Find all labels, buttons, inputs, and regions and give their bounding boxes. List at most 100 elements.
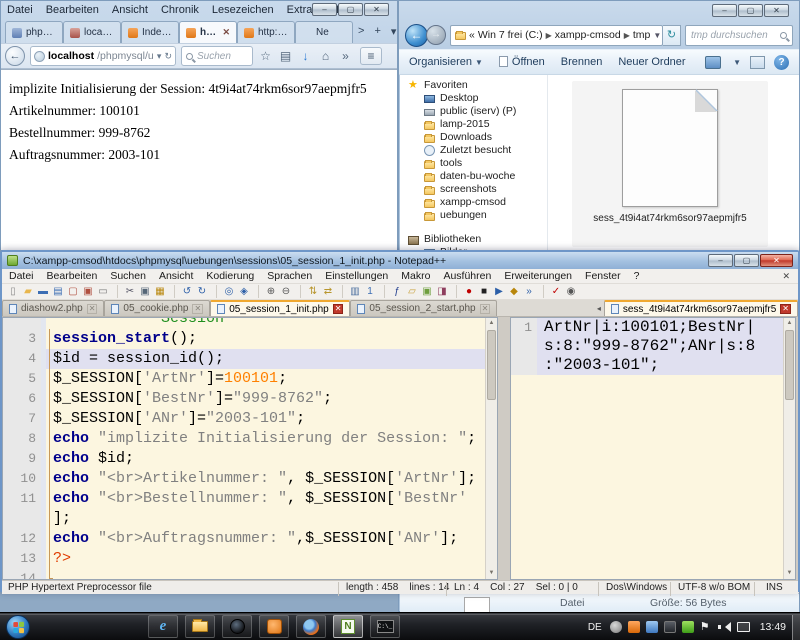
menu-item-datei[interactable]: Datei xyxy=(7,4,33,16)
menu-item-fenster[interactable]: Fenster xyxy=(585,270,621,282)
close-tab-icon[interactable]: ✕ xyxy=(333,304,344,314)
undo-icon[interactable]: ↺ xyxy=(174,285,194,298)
close-tab-icon[interactable]: ✕ xyxy=(87,304,98,314)
editor-pane-left[interactable]: Session3session_start();4$id = session_i… xyxy=(2,317,498,580)
run-multi-icon[interactable]: » xyxy=(522,285,536,298)
taskbar-app-windows-explorer-icon[interactable] xyxy=(185,615,215,638)
redo-icon[interactable]: ↻ xyxy=(195,285,209,298)
copy-icon[interactable]: ▣ xyxy=(138,285,152,298)
close-tab-icon[interactable]: ✕ xyxy=(222,27,230,38)
menu-hamburger-icon[interactable]: ≡ xyxy=(360,47,382,65)
address-bar[interactable]: «Win 7 frei (C:)▶xampp-cmsod▶tmp▼ xyxy=(450,25,663,46)
sidebar-item-zuletzt-besucht[interactable]: Zuletzt besucht xyxy=(400,144,547,157)
open-file-icon[interactable]: ▰ xyxy=(21,285,35,298)
menu-item-hilfe[interactable]: ? xyxy=(634,270,640,282)
back-icon[interactable]: ← xyxy=(405,24,428,47)
sidebar-item-daten-bu-woche[interactable]: daten-bu-woche xyxy=(400,170,547,183)
breadcrumb-item[interactable]: tmp xyxy=(633,29,651,41)
file-item[interactable]: sess_4t9i4at74rkm6sor97aepmjfr5 xyxy=(572,81,768,247)
sidebar-item-screenshots[interactable]: screenshots xyxy=(400,183,547,196)
sidebar-item-tools[interactable]: tools xyxy=(400,157,547,170)
taskbar-app-command-prompt-icon[interactable]: C:\_ xyxy=(370,615,400,638)
browser-tab[interactable]: Index of /... xyxy=(121,21,179,43)
sidebar-item-downloads[interactable]: Downloads xyxy=(400,131,547,144)
chevron-down-icon[interactable]: ▼ xyxy=(733,58,741,67)
maximize-icon[interactable]: ▢ xyxy=(738,4,763,17)
scroll-thumb[interactable] xyxy=(487,330,496,400)
scroll-down-icon[interactable]: ▼ xyxy=(784,568,795,579)
show-desktop-button[interactable] xyxy=(792,615,800,640)
url-dropdown-icon[interactable]: ▾ xyxy=(157,51,162,62)
start-button[interactable] xyxy=(6,615,30,639)
taskbar-app-notepad-plus-plus-icon[interactable]: N xyxy=(333,615,363,638)
close-icon[interactable]: ✕ xyxy=(364,3,389,16)
tray-app-icon[interactable] xyxy=(610,621,622,633)
browser-tab[interactable]: phpmysq... xyxy=(5,21,63,43)
close-tab-icon[interactable]: ✕ xyxy=(192,304,203,314)
close-icon[interactable]: ▢ xyxy=(66,285,80,298)
replace-icon[interactable]: ◈ xyxy=(237,285,251,298)
doc-map-icon[interactable]: ▥ xyxy=(342,285,362,298)
menu-item-sprachen[interactable]: Sprachen xyxy=(267,270,312,282)
record-macro-icon[interactable]: ● xyxy=(456,285,476,298)
function-list-icon[interactable]: ƒ xyxy=(384,285,404,298)
editor-tab[interactable]: 05_session_1_init.php✕ xyxy=(210,300,350,316)
xampp-tray-icon[interactable] xyxy=(628,621,640,633)
open-button[interactable]: Öffnen xyxy=(499,56,545,68)
editor-tab[interactable]: diashow2.php✕ xyxy=(2,300,104,316)
forward-icon[interactable]: → xyxy=(426,25,446,45)
browser-tab[interactable]: Ne xyxy=(295,21,353,43)
bookmark-star-icon[interactable]: ☆ xyxy=(258,49,273,63)
explorer-search-input[interactable]: tmp durchsuchen xyxy=(685,25,793,46)
menu-item-einstellungen[interactable]: Einstellungen xyxy=(325,270,388,282)
print-icon[interactable]: ▭ xyxy=(96,285,110,298)
maximize-icon[interactable]: ▢ xyxy=(734,254,759,267)
sidebar-item-xampp-cmsod[interactable]: xampp-cmsod xyxy=(400,196,547,209)
zoom-out-icon[interactable]: ⊖ xyxy=(279,285,293,298)
view-eye-icon[interactable]: ◉ xyxy=(564,285,578,298)
language-indicator[interactable]: DE xyxy=(588,622,604,633)
refresh-icon[interactable]: ↻ xyxy=(663,25,681,46)
close-icon[interactable]: ✕ xyxy=(760,254,793,267)
burn-button[interactable]: Brennen xyxy=(561,56,603,68)
sync-h-scroll-icon[interactable]: ⇄ xyxy=(321,285,335,298)
close-icon[interactable]: ✕ xyxy=(764,4,789,17)
downloads-icon[interactable]: ↓ xyxy=(298,49,313,63)
taskbar-app-firefox-icon[interactable] xyxy=(296,615,326,638)
scrollbar-right[interactable]: ▲ ▼ xyxy=(783,318,795,579)
breadcrumb-item[interactable]: Win 7 frei (C:) xyxy=(478,29,543,41)
volume-icon[interactable] xyxy=(718,621,731,633)
sidebar-item-lamp-2015[interactable]: lamp-2015 xyxy=(400,118,547,131)
play-macro-icon[interactable]: ▶ xyxy=(492,285,506,298)
taskbar-clock[interactable]: 13:49 xyxy=(756,621,790,633)
reload-icon[interactable]: ↻ xyxy=(164,51,172,62)
menu-item-bearbeiten[interactable]: Bearbeiten xyxy=(46,4,99,16)
cut-icon[interactable]: ✂ xyxy=(117,285,137,298)
close-tab-icon[interactable]: ✕ xyxy=(480,304,491,314)
menu-item-erweiterungen[interactable]: Erweiterungen xyxy=(504,270,572,282)
tray-app-green-icon[interactable] xyxy=(682,621,694,633)
save-all-icon[interactable]: ▤ xyxy=(51,285,65,298)
url-bar[interactable]: localhost /phpmysql/uebungen/se ▾ ↻ xyxy=(30,46,176,66)
paste-icon[interactable]: ▦ xyxy=(153,285,167,298)
taskbar-app-internet-explorer-icon[interactable]: e xyxy=(148,615,178,638)
session-file-icon[interactable] xyxy=(622,89,718,207)
tab-scroll-right-icon[interactable]: > xyxy=(353,25,369,37)
sidebar-item-favoriten[interactable]: Favoriten xyxy=(400,79,547,92)
taskbar-app-media-player-icon[interactable] xyxy=(222,615,252,638)
minimize-icon[interactable]: – xyxy=(312,3,337,16)
stop-macro-icon[interactable]: ■ xyxy=(477,285,491,298)
file-name[interactable]: sess_4t9i4at74rkm6sor97aepmjfr5 xyxy=(572,213,768,224)
taskbar-app-xampp-icon[interactable] xyxy=(259,615,289,638)
more-tools-icon[interactable]: » xyxy=(338,49,353,63)
macro-ghost-icon[interactable]: ◨ xyxy=(435,285,449,298)
menu-item-ansicht[interactable]: Ansicht xyxy=(112,4,148,16)
sidebar-item-desktop[interactable]: Desktop xyxy=(400,92,547,105)
editor-pane-right[interactable]: 1ArtNr|i:100101;BestNr|s:8:"999-8762";AN… xyxy=(510,317,796,580)
help-icon[interactable]: ? xyxy=(774,55,789,70)
tab-scroll-left-icon[interactable]: ◂ xyxy=(597,304,604,316)
sidebar-item-public-iserv-p-[interactable]: public (iserv) (P) xyxy=(400,105,547,118)
spellcheck-icon[interactable]: ✓ xyxy=(543,285,563,298)
minimize-icon[interactable]: – xyxy=(712,4,737,17)
doc-switcher-icon[interactable]: 1 xyxy=(363,285,377,298)
